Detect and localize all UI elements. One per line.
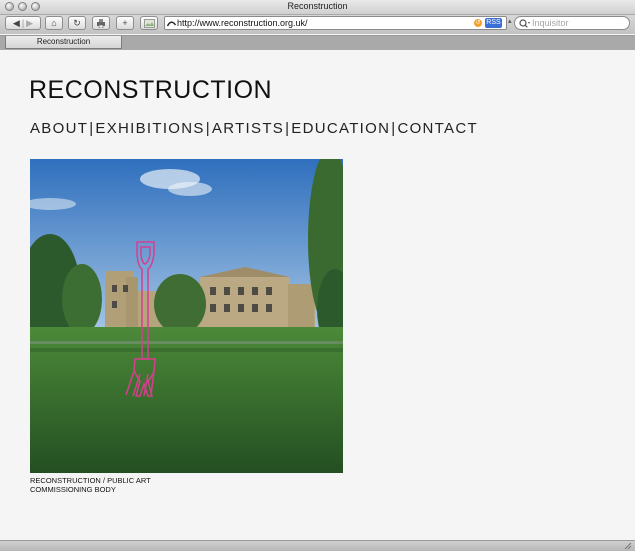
nav-separator: |: [285, 120, 291, 137]
page-content: RECONSTRUCTION ABOUT | EXHIBITIONS | ART…: [0, 50, 635, 540]
print-button[interactable]: [92, 16, 110, 30]
reload-button[interactable]: ↻: [68, 16, 86, 30]
plus-icon: +: [122, 18, 128, 28]
home-icon: ⌂: [51, 18, 57, 28]
add-bookmark-button[interactable]: +: [116, 16, 134, 30]
window-titlebar: Reconstruction: [0, 0, 635, 15]
nav-contact[interactable]: CONTACT: [397, 120, 477, 137]
snapshot-icon: [143, 18, 155, 28]
rss-badge[interactable]: RSS: [485, 18, 502, 28]
site-favicon-icon: [167, 21, 176, 27]
tab-reconstruction[interactable]: Reconstruction: [5, 36, 122, 49]
search-icon: [519, 19, 530, 28]
snapback-button[interactable]: [140, 16, 158, 30]
site-title[interactable]: RECONSTRUCTION: [29, 76, 272, 105]
url-dropdown-icon[interactable]: ▴: [508, 17, 512, 25]
main-navigation: ABOUT | EXHIBITIONS | ARTISTS | EDUCATIO…: [30, 120, 478, 137]
home-button[interactable]: ⌂: [45, 16, 63, 30]
resize-grip-icon[interactable]: [624, 542, 632, 550]
caption-line-1: RECONSTRUCTION / PUBLIC ART: [30, 476, 151, 485]
search-field[interactable]: Inquisitor: [514, 16, 630, 30]
back-arrow-icon[interactable]: ◀: [13, 18, 20, 29]
caption-line-2: COMMISSIONING BODY: [30, 485, 116, 494]
printer-icon: [97, 18, 105, 28]
nav-education[interactable]: EDUCATION: [291, 120, 390, 137]
back-forward-buttons[interactable]: ◀ | ▶: [5, 16, 41, 30]
status-bar: [0, 540, 635, 551]
nav-exhibitions[interactable]: EXHIBITIONS: [95, 120, 204, 137]
nav-artists[interactable]: ARTISTS: [212, 120, 284, 137]
divider: |: [21, 18, 25, 28]
tab-bar: Reconstruction: [0, 35, 635, 50]
nav-separator: |: [391, 120, 397, 137]
reload-icon: ↻: [73, 17, 81, 28]
search-placeholder: Inquisitor: [532, 18, 569, 28]
forward-arrow-icon[interactable]: ▶: [26, 18, 33, 29]
browser-toolbar: ◀ | ▶ ⌂ ↻ + http://www.reconstruction.or…: [0, 15, 635, 34]
image-caption: RECONSTRUCTION / PUBLIC ART COMMISSIONIN…: [30, 476, 200, 494]
nav-separator: |: [205, 120, 211, 137]
url-text[interactable]: http://www.reconstruction.org.uk/: [177, 18, 308, 28]
nav-separator: |: [89, 120, 95, 137]
address-bar[interactable]: http://www.reconstruction.org.uk/ ↺ RSS: [164, 16, 507, 30]
hero-image[interactable]: [30, 159, 343, 473]
nav-about[interactable]: ABOUT: [30, 120, 88, 137]
window-title: Reconstruction: [287, 1, 348, 11]
snapback-icon[interactable]: ↺: [474, 19, 482, 27]
